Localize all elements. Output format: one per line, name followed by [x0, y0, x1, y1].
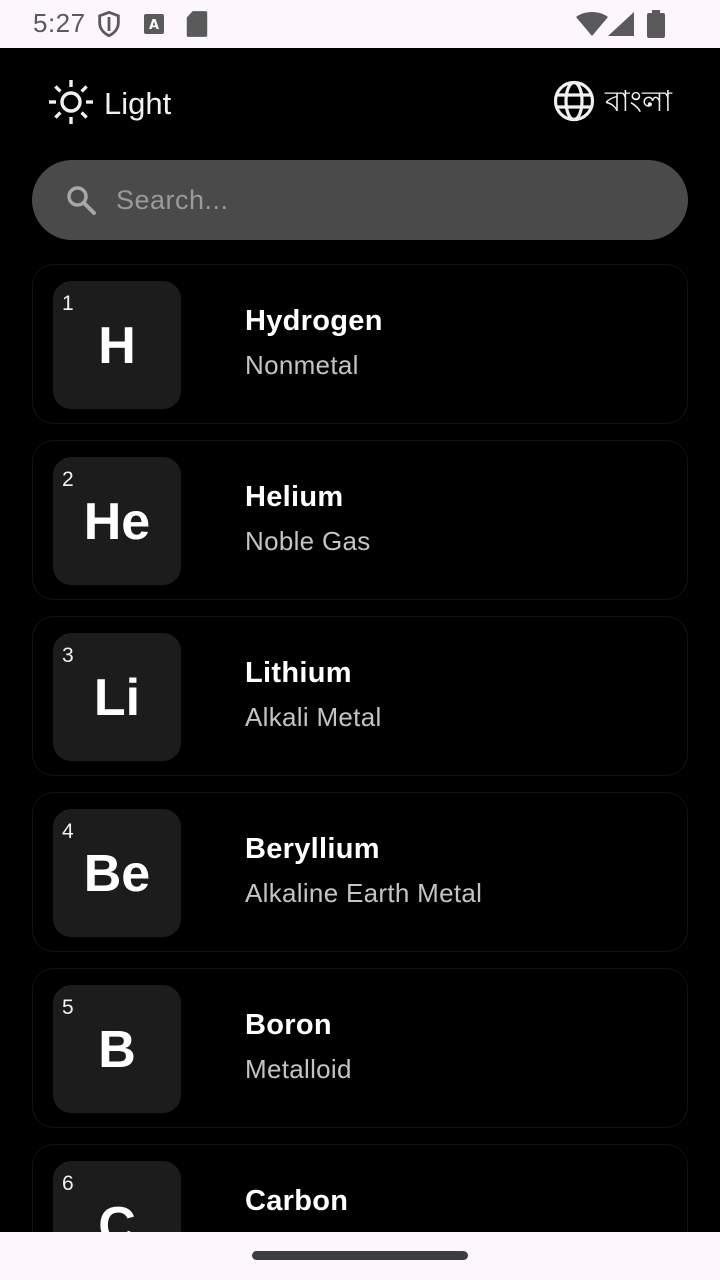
search-input[interactable]: [116, 160, 656, 240]
navigation-bar: [0, 1232, 720, 1280]
element-symbol: B: [98, 1021, 136, 1079]
element-name: Hydrogen: [245, 305, 383, 337]
home-gesture-handle[interactable]: [252, 1251, 468, 1260]
element-info: Boron Metalloid: [245, 1009, 352, 1085]
wifi-icon: [576, 12, 608, 41]
element-name: Carbon: [245, 1185, 349, 1217]
element-category: Nonmetal: [245, 350, 359, 380]
element-name: Helium: [245, 481, 344, 513]
element-name: Lithium: [245, 657, 352, 689]
sd-card-icon: [186, 10, 208, 43]
search-icon: [66, 185, 96, 220]
list-item[interactable]: 4 Be Beryllium Alkaline Earth Metal: [32, 792, 688, 952]
element-tile: 3 Li: [53, 633, 181, 761]
app-screen: Light বাংলা 1: [0, 48, 720, 1232]
theme-toggle-button[interactable]: Light: [48, 79, 172, 126]
list-item[interactable]: 1 H Hydrogen Nonmetal: [32, 264, 688, 424]
status-time: 5:27: [33, 8, 86, 38]
element-category: Alkaline Earth Metal: [245, 878, 483, 908]
language-label: বাংলা: [604, 83, 672, 118]
element-info: Beryllium Alkaline Earth Metal: [245, 833, 482, 909]
list-item[interactable]: 5 B Boron Metalloid: [32, 968, 688, 1128]
list-item[interactable]: 2 He Helium Noble Gas: [32, 440, 688, 600]
list-item[interactable]: 3 Li Lithium Alkali Metal: [32, 616, 688, 776]
theme-label: Light: [104, 86, 172, 121]
element-tile: 1 H: [53, 281, 181, 409]
shield-icon: [95, 10, 123, 43]
battery-icon: [647, 10, 665, 43]
element-tile: 2 He: [53, 457, 181, 585]
globe-icon: [553, 80, 595, 127]
language-toggle-button[interactable]: বাংলা: [553, 80, 672, 126]
element-category: Alkali Metal: [245, 702, 382, 732]
signal-icon: [608, 12, 634, 41]
element-symbol: Li: [93, 669, 141, 727]
element-category: Noble Gas: [245, 526, 371, 556]
element-name: Beryllium: [245, 833, 380, 865]
list-item[interactable]: 6 C Carbon: [32, 1144, 688, 1232]
search-bar[interactable]: [32, 160, 688, 240]
element-info: Lithium Alkali Metal: [245, 657, 382, 733]
element-list: 1 H Hydrogen Nonmetal 2 He Helium Noble …: [32, 264, 688, 1232]
status-bar: 5:27 A: [0, 0, 720, 48]
sun-icon: [48, 79, 94, 130]
element-tile: 6 C: [53, 1161, 181, 1232]
element-symbol: Be: [83, 845, 151, 903]
font-download-icon: A: [142, 12, 166, 41]
element-tile: 4 Be: [53, 809, 181, 937]
element-name: Boron: [245, 1009, 332, 1041]
element-symbol: H: [98, 317, 136, 375]
element-info: Helium Noble Gas: [245, 481, 371, 557]
element-tile: 5 B: [53, 985, 181, 1113]
element-symbol: C: [98, 1197, 136, 1232]
element-info: Carbon: [245, 1185, 348, 1230]
element-category: Metalloid: [245, 1054, 352, 1084]
svg-text:A: A: [149, 18, 159, 33]
element-symbol: He: [83, 493, 151, 551]
element-info: Hydrogen Nonmetal: [245, 305, 383, 381]
